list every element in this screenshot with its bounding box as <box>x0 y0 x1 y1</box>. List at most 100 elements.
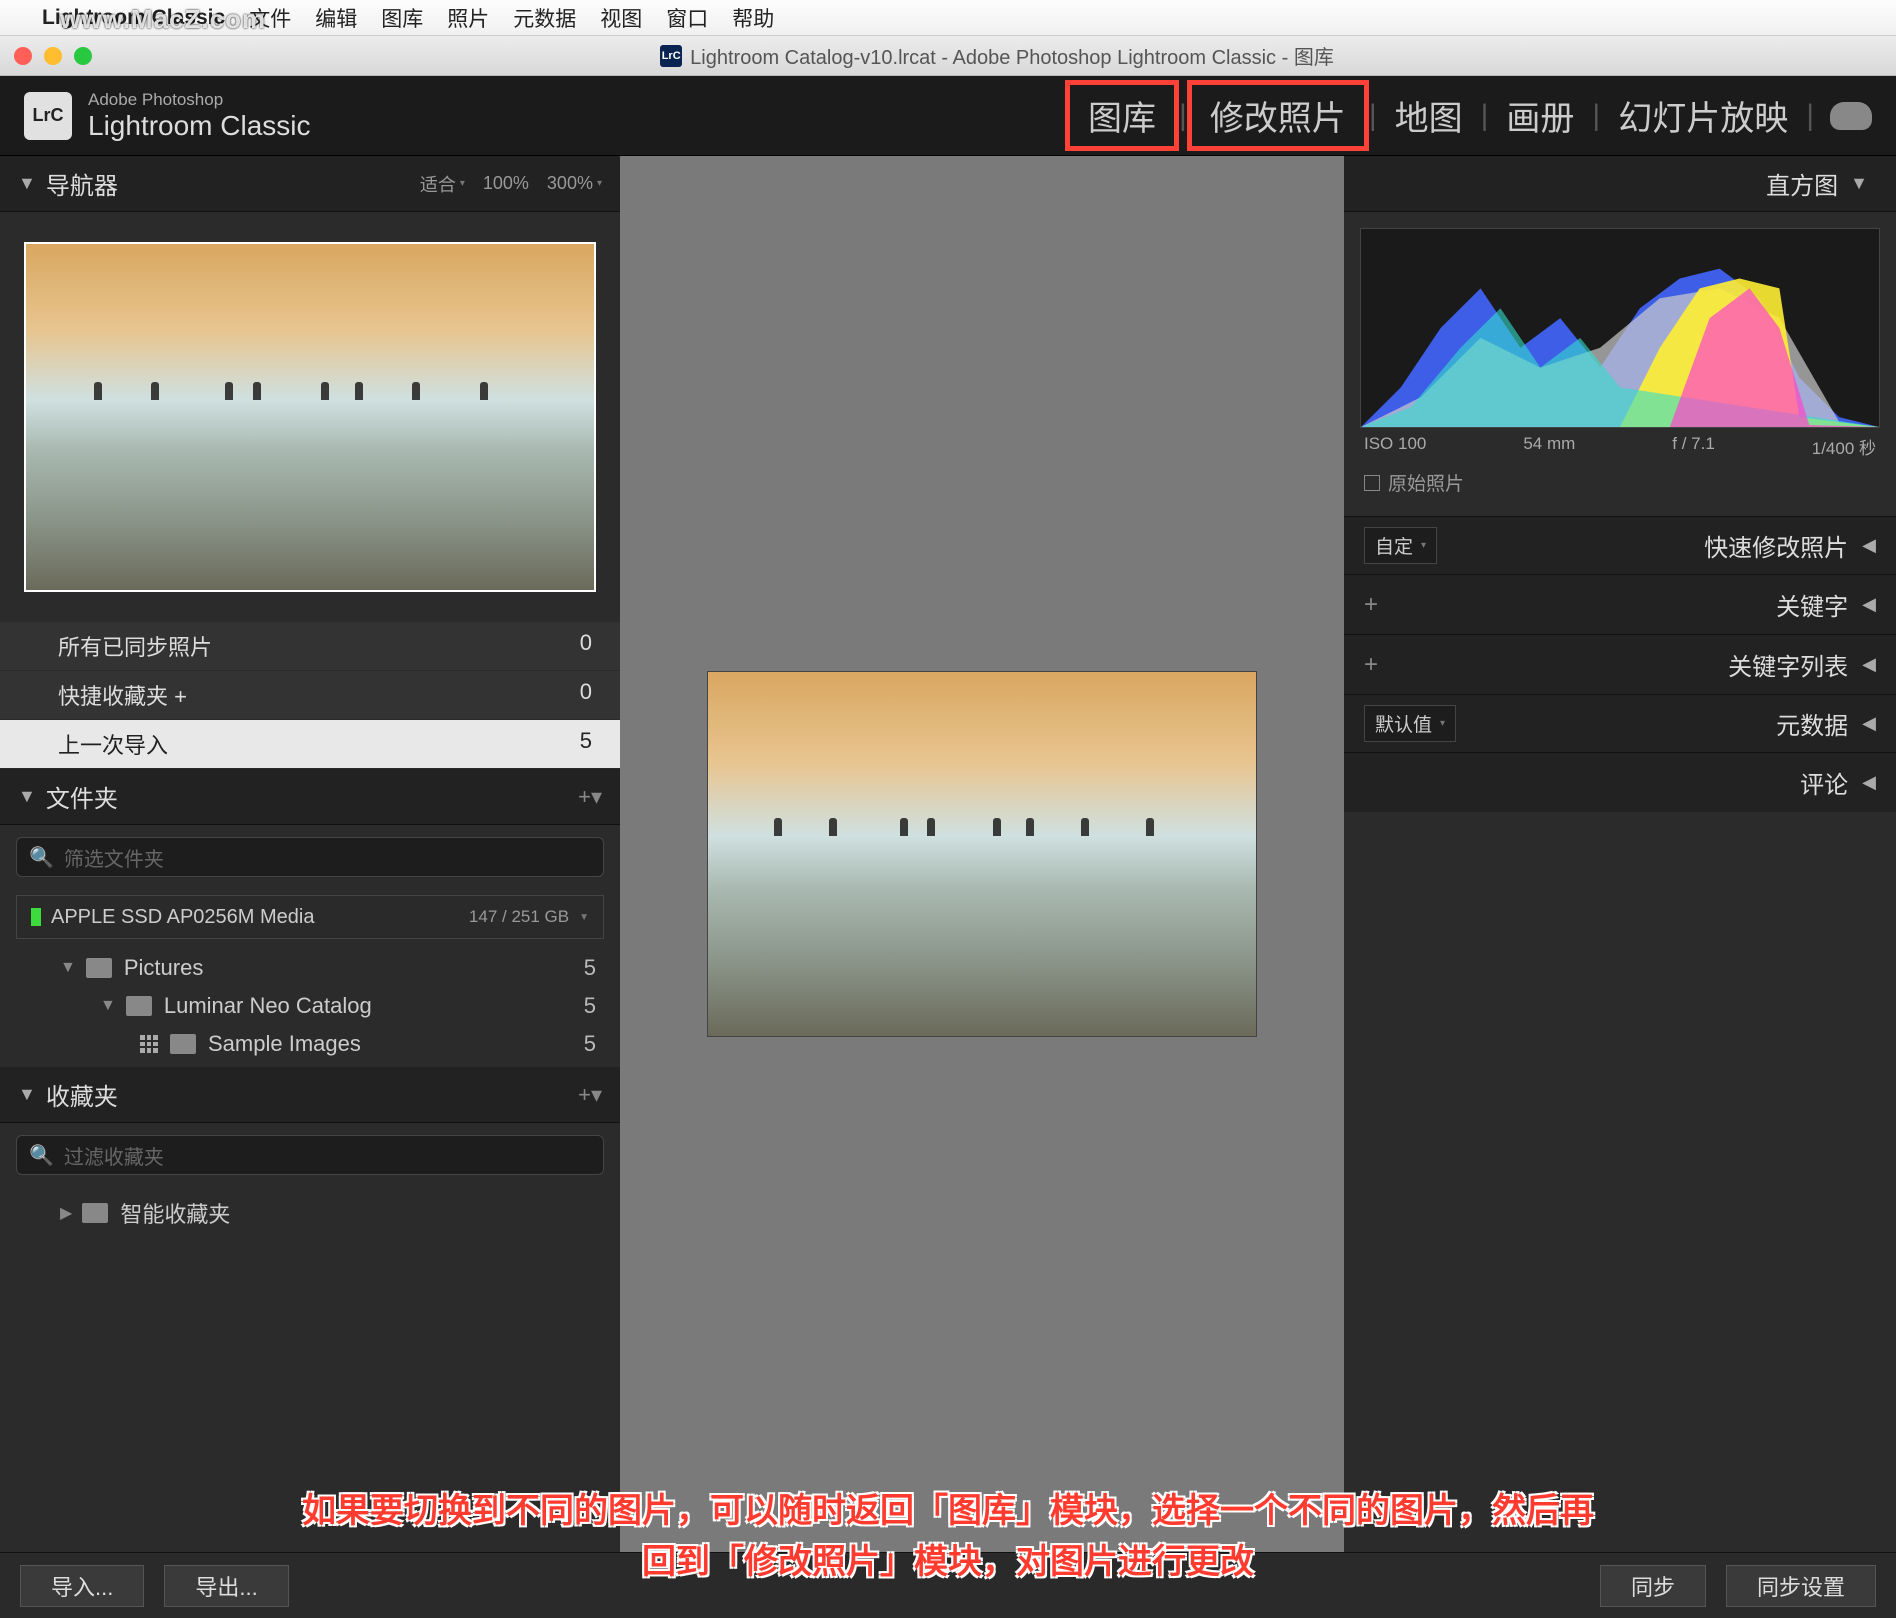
disclosure-triangle-icon[interactable]: ◀ <box>1862 772 1876 793</box>
window-title: Lightroom Catalog-v10.lrcat - Adobe Phot… <box>690 41 1334 70</box>
smart-collection-icon <box>82 1203 108 1223</box>
exif-aperture: f / 7.1 <box>1672 434 1715 459</box>
comments-header[interactable]: 评论 ◀ <box>1344 753 1896 812</box>
tree-expand-icon[interactable]: ▶ <box>60 1203 72 1223</box>
branding: LrC Adobe Photoshop Lightroom Classic <box>24 90 311 142</box>
folders-header[interactable]: ▼ 文件夹 +▾ <box>0 769 620 825</box>
catalog-row-previous-import[interactable]: 上一次导入5 <box>0 720 620 769</box>
lrc-doc-icon: LrC <box>660 45 682 67</box>
cloud-sync-icon[interactable] <box>1830 102 1872 130</box>
zoom-100[interactable]: 100% <box>483 173 529 194</box>
folder-icon <box>126 996 152 1016</box>
menu-edit[interactable]: 编辑 <box>315 3 357 33</box>
menu-view[interactable]: 视图 <box>600 3 642 33</box>
zoom-300[interactable]: 300%▾ <box>547 173 602 194</box>
volume-capacity: 147 / 251 GB <box>469 907 569 927</box>
disclosure-triangle-icon[interactable]: ▼ <box>18 173 36 194</box>
window-titlebar: LrC Lightroom Catalog-v10.lrcat - Adobe … <box>0 36 1896 76</box>
navigator-title: 导航器 <box>46 166 118 201</box>
disclosure-triangle-icon[interactable]: ▼ <box>18 786 36 807</box>
export-button[interactable]: 导出... <box>164 1565 288 1607</box>
disclosure-triangle-icon[interactable]: ◀ <box>1862 713 1876 734</box>
collection-tree: ▶ 智能收藏夹 <box>0 1187 620 1239</box>
catalog-list: 所有已同步照片0 快捷收藏夹 +0 上一次导入5 <box>0 622 620 769</box>
right-panel: 直方图 ▼ ISO 100 54 mm f / 7.1 1/400 秒 <box>1344 156 1896 1552</box>
menubar-appname[interactable]: Lightroom Classic <box>42 6 225 30</box>
sync-button[interactable]: 同步 <box>1600 1565 1706 1607</box>
histogram-title: 直方图 <box>1766 166 1838 201</box>
bottom-toolbar: 导入... 导出... 同步 同步设置 <box>0 1552 1896 1618</box>
add-icon[interactable]: + <box>1364 591 1378 619</box>
collection-filter-input[interactable]: 🔍 过滤收藏夹 <box>16 1135 604 1175</box>
metadata-dropdown[interactable]: 默认值▾ <box>1364 705 1456 742</box>
menu-photo[interactable]: 照片 <box>447 3 489 33</box>
disclosure-triangle-icon[interactable]: ▼ <box>1850 173 1868 194</box>
catalog-row-synced[interactable]: 所有已同步照片0 <box>0 622 620 671</box>
histogram-graph[interactable] <box>1360 228 1880 428</box>
disclosure-triangle-icon[interactable]: ▼ <box>18 1084 36 1105</box>
macos-menubar: Lightroom Classic 文件 编辑 图库 照片 元数据 视图 窗口 … <box>0 0 1896 36</box>
checkbox-icon[interactable] <box>1364 475 1380 491</box>
tree-expand-icon[interactable]: ▼ <box>100 997 116 1015</box>
disclosure-triangle-icon[interactable]: ◀ <box>1862 594 1876 615</box>
brand-line2: Lightroom Classic <box>88 110 311 142</box>
minimize-button[interactable] <box>44 47 62 65</box>
add-folder-icon[interactable]: +▾ <box>578 784 602 810</box>
module-book[interactable]: 画册 <box>1488 85 1592 146</box>
folder-tree: ▼ Pictures 5 ▼ Luminar Neo Catalog 5 Sam… <box>0 945 620 1067</box>
left-panel: ▼ 导航器 适合▾ 100% 300%▾ 所有已同步照片0 快捷收藏夹 +0 <box>0 156 620 1552</box>
import-button[interactable]: 导入... <box>20 1565 144 1607</box>
folder-icon <box>170 1034 196 1054</box>
module-library[interactable]: 图库 <box>1065 80 1179 151</box>
close-button[interactable] <box>14 47 32 65</box>
menu-window[interactable]: 窗口 <box>666 3 708 33</box>
volume-name: APPLE SSD AP0256M Media <box>51 906 314 929</box>
exif-iso: ISO 100 <box>1364 434 1426 459</box>
catalog-row-quick[interactable]: 快捷收藏夹 +0 <box>0 671 620 720</box>
menu-help[interactable]: 帮助 <box>732 3 774 33</box>
brand-line1: Adobe Photoshop <box>88 90 311 110</box>
app-header: LrC Adobe Photoshop Lightroom Classic 图库… <box>0 76 1896 156</box>
quick-develop-header[interactable]: 自定▾ 快速修改照片 ◀ <box>1344 517 1896 574</box>
grid-icon <box>140 1035 158 1053</box>
keywording-header[interactable]: + 关键字 ◀ <box>1344 575 1896 634</box>
folder-row[interactable]: Sample Images 5 <box>0 1025 620 1063</box>
metadata-header[interactable]: 默认值▾ 元数据 ◀ <box>1344 695 1896 752</box>
lrc-logo-icon: LrC <box>24 92 72 140</box>
module-develop[interactable]: 修改照片 <box>1187 80 1369 151</box>
folder-filter-input[interactable]: 🔍 筛选文件夹 <box>16 837 604 877</box>
zoom-button[interactable] <box>74 47 92 65</box>
loupe-view[interactable] <box>620 156 1344 1552</box>
folder-icon <box>86 958 112 978</box>
menu-metadata[interactable]: 元数据 <box>513 3 576 33</box>
collection-row[interactable]: ▶ 智能收藏夹 <box>0 1191 620 1235</box>
add-icon[interactable]: + <box>1364 651 1378 679</box>
search-icon: 🔍 <box>29 845 54 870</box>
disclosure-triangle-icon[interactable]: ◀ <box>1862 654 1876 675</box>
navigator-header[interactable]: ▼ 导航器 适合▾ 100% 300%▾ <box>0 156 620 212</box>
navigator-thumbnail[interactable] <box>0 212 620 622</box>
preset-dropdown[interactable]: 自定▾ <box>1364 527 1437 564</box>
module-map[interactable]: 地图 <box>1377 85 1481 146</box>
volume-status-icon <box>31 908 41 926</box>
histogram-panel: ISO 100 54 mm f / 7.1 1/400 秒 原始照片 <box>1344 212 1896 516</box>
histogram-header[interactable]: 直方图 ▼ <box>1344 156 1896 212</box>
folder-row[interactable]: ▼ Pictures 5 <box>0 949 620 987</box>
histogram-info: ISO 100 54 mm f / 7.1 1/400 秒 <box>1360 428 1880 465</box>
zoom-fit[interactable]: 适合▾ <box>420 171 465 197</box>
tree-expand-icon[interactable]: ▼ <box>60 959 76 977</box>
module-picker: 图库 | 修改照片 | 地图 | 画册 | 幻灯片放映 | <box>1065 80 1872 151</box>
disclosure-triangle-icon[interactable]: ◀ <box>1862 535 1876 556</box>
volume-row[interactable]: APPLE SSD AP0256M Media 147 / 251 GB ▼ <box>16 895 604 939</box>
module-slideshow[interactable]: 幻灯片放映 <box>1600 85 1806 146</box>
menu-file[interactable]: 文件 <box>249 3 291 33</box>
exif-shutter: 1/400 秒 <box>1812 434 1876 459</box>
folder-row[interactable]: ▼ Luminar Neo Catalog 5 <box>0 987 620 1025</box>
keyword-list-header[interactable]: + 关键字列表 ◀ <box>1344 635 1896 694</box>
add-collection-icon[interactable]: +▾ <box>578 1082 602 1108</box>
photo-preview[interactable] <box>708 672 1256 1036</box>
menu-library[interactable]: 图库 <box>381 3 423 33</box>
collections-header[interactable]: ▼ 收藏夹 +▾ <box>0 1067 620 1123</box>
original-photo-toggle[interactable]: 原始照片 <box>1360 465 1880 500</box>
sync-settings-button[interactable]: 同步设置 <box>1726 1565 1876 1607</box>
